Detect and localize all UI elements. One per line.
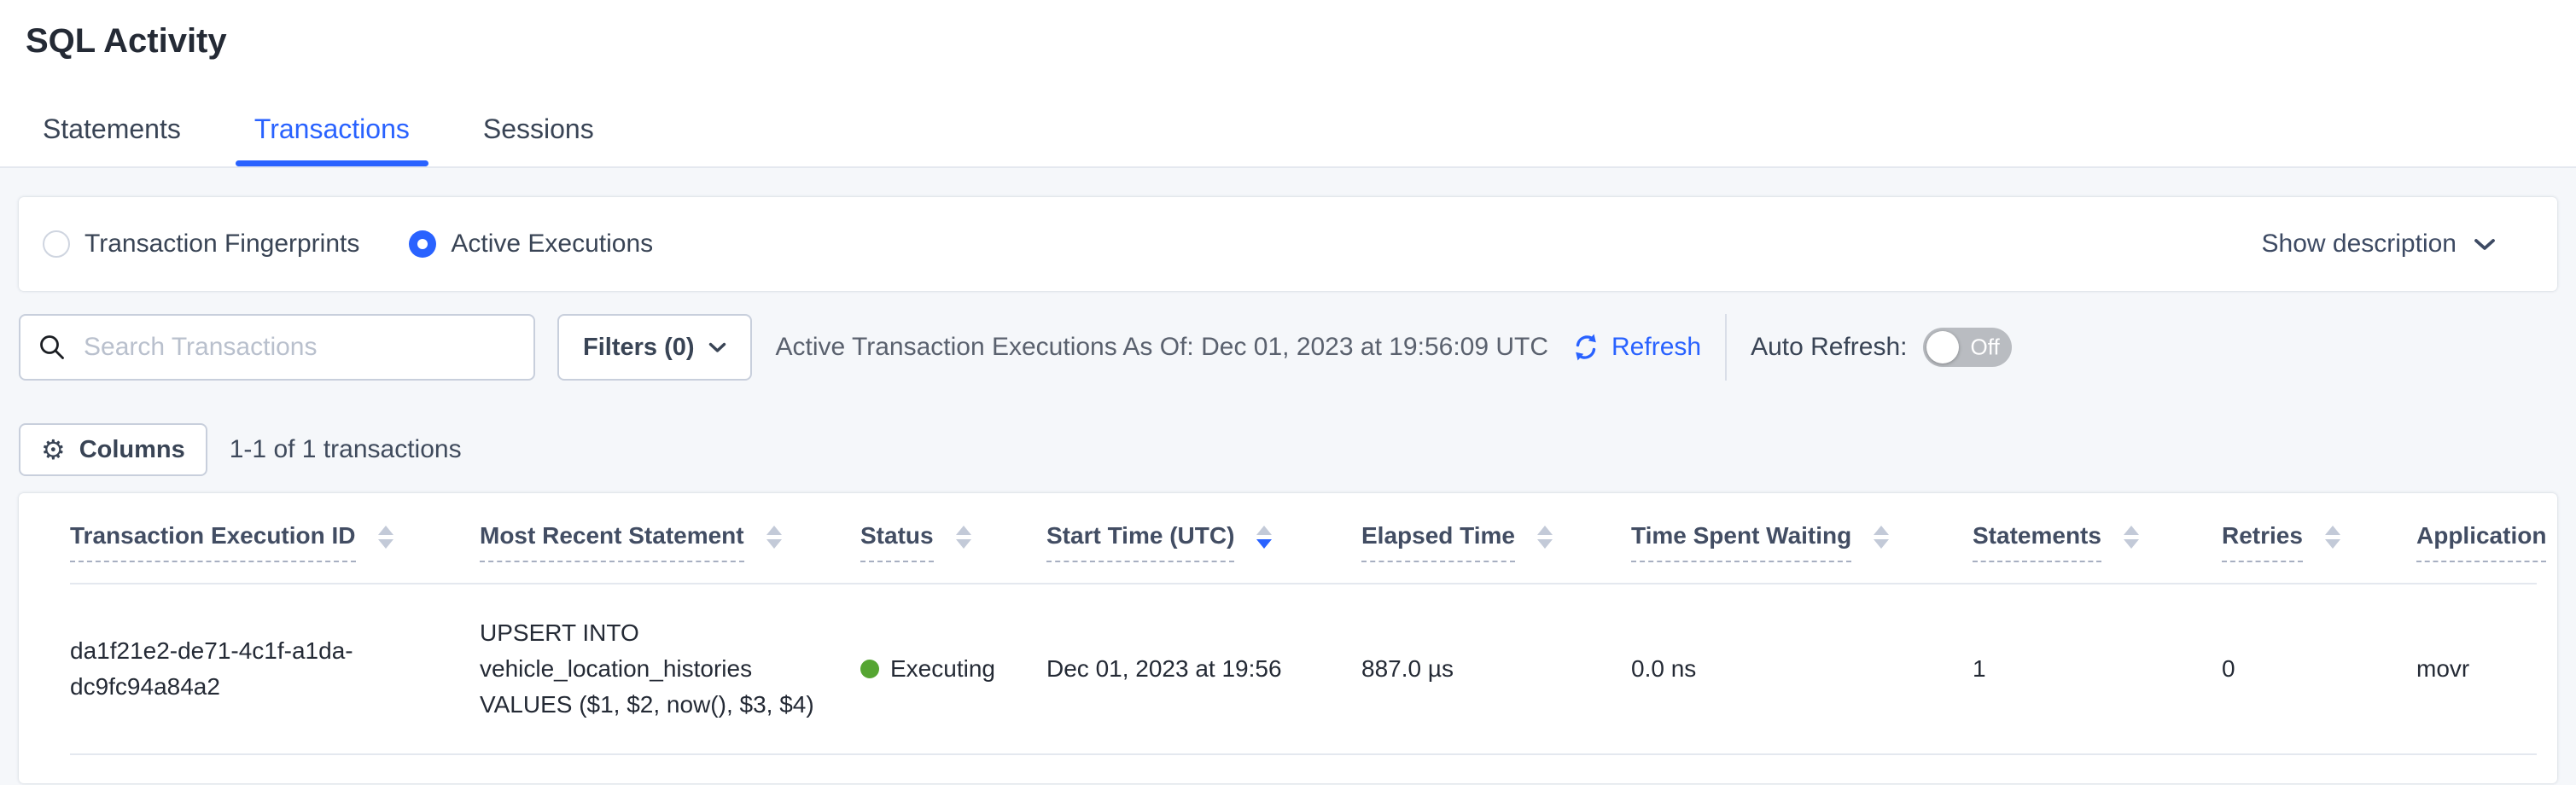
sort-icon xyxy=(956,526,971,549)
radio-active-executions[interactable]: Active Executions xyxy=(409,230,653,259)
column-header-time-spent-waiting[interactable]: Time Spent Waiting xyxy=(1631,493,1973,584)
column-header-most-recent-statement[interactable]: Most Recent Statement xyxy=(480,493,860,584)
chevron-down-icon xyxy=(2474,238,2496,251)
gear-icon: ⚙ xyxy=(41,436,66,463)
transactions-table-card: Transaction Execution ID Most Recent Sta… xyxy=(19,493,2557,783)
page-header: SQL Activity Statements Transactions Ses… xyxy=(0,0,2576,168)
sort-icon xyxy=(2124,526,2139,549)
as-of-timestamp: Active Transaction Executions As Of: Dec… xyxy=(776,333,1548,362)
filters-button-label: Filters (0) xyxy=(583,334,695,362)
radio-label: Active Executions xyxy=(451,230,653,259)
refresh-button[interactable]: Refresh xyxy=(1569,330,1701,364)
cell-application: movr xyxy=(2416,584,2537,754)
column-header-transaction-execution-id[interactable]: Transaction Execution ID xyxy=(70,493,480,584)
cell-time-spent-waiting: 0.0 ns xyxy=(1631,584,1973,754)
sort-icon xyxy=(1537,526,1553,549)
results-bar: ⚙ Columns 1-1 of 1 transactions xyxy=(19,423,2557,476)
auto-refresh-label: Auto Refresh: xyxy=(1751,333,1907,362)
search-box[interactable] xyxy=(19,314,535,381)
page-title: SQL Activity xyxy=(0,0,2576,61)
radio-button-icon[interactable] xyxy=(43,230,70,258)
cell-start-time: Dec 01, 2023 at 19:56 xyxy=(1046,584,1361,754)
search-icon xyxy=(38,333,67,362)
table-header-row: Transaction Execution ID Most Recent Sta… xyxy=(70,493,2537,584)
show-description-label: Show description xyxy=(2262,230,2457,259)
refresh-icon xyxy=(1569,330,1603,364)
tab-statements[interactable]: Statements xyxy=(24,113,200,165)
cell-statements: 1 xyxy=(1973,584,2222,754)
cell-most-recent-statement: UPSERT INTO vehicle_location_histories V… xyxy=(480,584,860,754)
filters-button[interactable]: Filters (0) xyxy=(557,314,752,381)
sort-icon xyxy=(1874,526,1889,549)
cell-retries: 0 xyxy=(2222,584,2416,754)
table-toolbar: Filters (0) Active Transaction Execution… xyxy=(19,314,2557,381)
tab-transactions[interactable]: Transactions xyxy=(236,113,428,165)
refresh-label: Refresh xyxy=(1611,333,1701,362)
show-description-toggle[interactable]: Show description xyxy=(2262,230,2496,259)
columns-button[interactable]: ⚙ Columns xyxy=(19,423,207,476)
toggle-knob xyxy=(1926,331,1959,363)
view-options-card: Transaction Fingerprints Active Executio… xyxy=(19,197,2557,291)
column-header-elapsed-time[interactable]: Elapsed Time xyxy=(1361,493,1631,584)
status-label: Executing xyxy=(890,651,995,687)
radio-transaction-fingerprints[interactable]: Transaction Fingerprints xyxy=(43,230,359,259)
sort-icon xyxy=(766,526,782,549)
sort-icon xyxy=(2325,526,2340,549)
toggle-state-label: Off xyxy=(1971,334,2000,361)
cell-elapsed-time: 887.0 µs xyxy=(1361,584,1631,754)
radio-label: Transaction Fingerprints xyxy=(85,230,359,259)
auto-refresh-toggle[interactable]: Off xyxy=(1923,328,2012,367)
tab-bar: Statements Transactions Sessions xyxy=(24,113,2576,165)
results-count: 1-1 of 1 transactions xyxy=(230,435,462,464)
chevron-down-icon xyxy=(708,342,726,353)
search-input[interactable] xyxy=(82,332,516,363)
column-header-application[interactable]: Application xyxy=(2416,493,2537,584)
cell-execution-id[interactable]: da1f21e2-de71-4c1f-a1da-dc9fc94a84a2 xyxy=(70,584,480,754)
column-header-retries[interactable]: Retries xyxy=(2222,493,2416,584)
sort-icon xyxy=(1256,526,1272,549)
columns-button-label: Columns xyxy=(79,436,185,464)
column-header-status[interactable]: Status xyxy=(860,493,1046,584)
toolbar-divider xyxy=(1725,314,1727,381)
column-header-start-time[interactable]: Start Time (UTC) xyxy=(1046,493,1361,584)
cell-status: Executing xyxy=(860,584,1046,754)
column-header-statements[interactable]: Statements xyxy=(1973,493,2222,584)
table-row[interactable]: da1f21e2-de71-4c1f-a1da-dc9fc94a84a2 UPS… xyxy=(70,584,2537,754)
transactions-table: Transaction Execution ID Most Recent Sta… xyxy=(70,493,2537,755)
sort-icon xyxy=(378,526,393,549)
view-mode-radio-group: Transaction Fingerprints Active Executio… xyxy=(43,230,653,259)
tab-sessions[interactable]: Sessions xyxy=(464,113,613,165)
status-executing-icon xyxy=(860,660,879,678)
radio-button-icon[interactable] xyxy=(409,230,436,258)
